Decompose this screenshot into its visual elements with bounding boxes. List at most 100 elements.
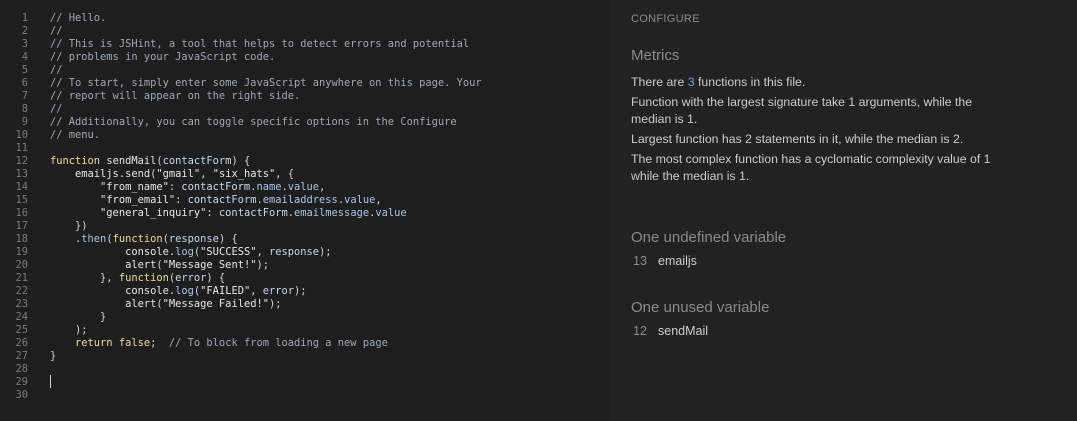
line-number: 18 [15, 233, 28, 245]
code-token: "gmail" [156, 168, 201, 180]
metric-text: functions in this file. [694, 75, 806, 89]
code-token: response [269, 246, 320, 258]
code-text: // menu. [50, 129, 100, 142]
line-number: 15 [15, 194, 28, 206]
code-token: , [256, 246, 269, 258]
metric-text: statements in it, while the median is [752, 132, 953, 146]
code-token: response [168, 233, 219, 245]
variable-name: emailjs [658, 254, 697, 268]
line-number: 19 [15, 246, 28, 258]
code-text: }) [50, 220, 88, 233]
code-token: , { [275, 168, 295, 180]
code-token: emailaddress [262, 194, 338, 206]
code-text: } [50, 311, 106, 324]
code-text: // To start, simply enter some JavaScrip… [50, 77, 482, 90]
code-token: // [50, 25, 63, 37]
code-token: alert [50, 259, 157, 271]
metric-text: . [693, 111, 698, 126]
code-text: alert("Message Sent!"); [50, 259, 269, 272]
code-text: ); [50, 324, 88, 337]
code-text: return false; // To block from loading a… [50, 337, 388, 350]
code-token: , [319, 181, 326, 193]
code-text: // report will appear on the right side. [50, 90, 300, 103]
code-token: log [175, 246, 194, 258]
line-number: 16 [15, 207, 28, 219]
line-number: 21 [15, 272, 28, 284]
code-token: // report will appear on the right side. [50, 90, 301, 102]
code-token: // menu. [50, 129, 101, 141]
line-number: 4 [21, 51, 28, 63]
code-token: emailjs [50, 168, 119, 180]
undefined-variable-row[interactable]: 13 emailjs [633, 254, 697, 268]
code-token: ); [294, 285, 307, 297]
code-text: function sendMail(contactForm) { [50, 155, 250, 168]
code-token: value [344, 194, 376, 206]
code-token: "Message Sent!" [162, 259, 257, 271]
unused-variable-heading: One unused variable [631, 299, 770, 316]
code-token: // [50, 64, 63, 76]
metric-text: . [745, 168, 750, 183]
code-text: alert("Message Failed!"); [50, 298, 282, 311]
code-token: emailmessage [294, 207, 370, 219]
code-token: // To start, simply enter some JavaScrip… [50, 77, 482, 89]
code-token: ); [319, 246, 332, 258]
code-token: "Message Failed!" [162, 298, 269, 310]
code-token: : [168, 181, 182, 193]
code-token: "from_email" [50, 194, 176, 206]
line-number: 7 [21, 90, 28, 102]
code-token: ; [150, 337, 169, 349]
code-token: function [50, 155, 107, 167]
code-token: send [125, 168, 151, 180]
line-number: 9 [21, 116, 28, 128]
code-token: , [375, 194, 382, 206]
metric-number: 1 [687, 111, 694, 126]
code-token: . [50, 233, 82, 245]
code-token: value [375, 207, 407, 219]
line-number: 23 [15, 298, 28, 310]
code-token: // [50, 103, 63, 115]
code-text: console.log("SUCCESS", response); [50, 246, 332, 259]
code-token: ) { [218, 233, 238, 245]
code-text: // [50, 103, 63, 116]
code-token: , [200, 168, 213, 180]
undefined-variable-heading: One undefined variable [631, 229, 787, 246]
code-text: // [50, 25, 63, 38]
code-token: error [175, 272, 207, 284]
code-token: "FAILED" [200, 285, 251, 297]
code-token: }) [50, 220, 88, 232]
code-text: "from_email": contactForm.emailaddress.v… [50, 194, 382, 207]
code-text: // This is JSHint, a tool that helps to … [50, 38, 469, 51]
unused-variable-row[interactable]: 12 sendMail [633, 324, 708, 338]
code-token: return [50, 337, 119, 349]
code-token: "general_inquiry" [50, 207, 207, 219]
metric-number: 1 [739, 168, 746, 183]
code-editor[interactable]: 1 // Hello. 2 // 3 // This is JSHint, a tool … [0, 0, 610, 421]
metric-cyclomatic-complexity: The most complex function has a cyclomat… [631, 151, 991, 184]
metric-text: The most complex function has a cyclomat… [631, 152, 984, 166]
metrics-heading: Metrics [631, 47, 680, 64]
code-token: ); [268, 298, 282, 310]
metric-number: 3 [687, 75, 695, 89]
line-number: 20 [15, 259, 28, 271]
line-number: 13 [633, 254, 647, 268]
line-number: 28 [15, 363, 28, 375]
configure-menu[interactable]: CONFIGURE [631, 13, 700, 25]
code-token: false [118, 337, 151, 349]
code-token: console [50, 246, 169, 258]
line-number: 8 [21, 103, 28, 115]
line-number: 17 [15, 220, 28, 232]
line-number: 12 [633, 324, 647, 338]
line-number: 5 [21, 64, 28, 76]
code-token: "SUCCESS" [200, 246, 257, 258]
code-token: // To block from loading a new page [168, 337, 388, 349]
code-text: console.log("FAILED", error); [50, 285, 307, 298]
code-token: name [256, 181, 282, 193]
code-token: , [250, 285, 263, 297]
code-token: ); [256, 259, 269, 271]
line-number: 27 [15, 350, 28, 362]
metric-text: Largest function has [631, 132, 746, 146]
line-number: 12 [15, 155, 28, 167]
line-number: 22 [15, 285, 28, 297]
line-number: 6 [21, 77, 28, 89]
code-token: }, [50, 272, 119, 284]
